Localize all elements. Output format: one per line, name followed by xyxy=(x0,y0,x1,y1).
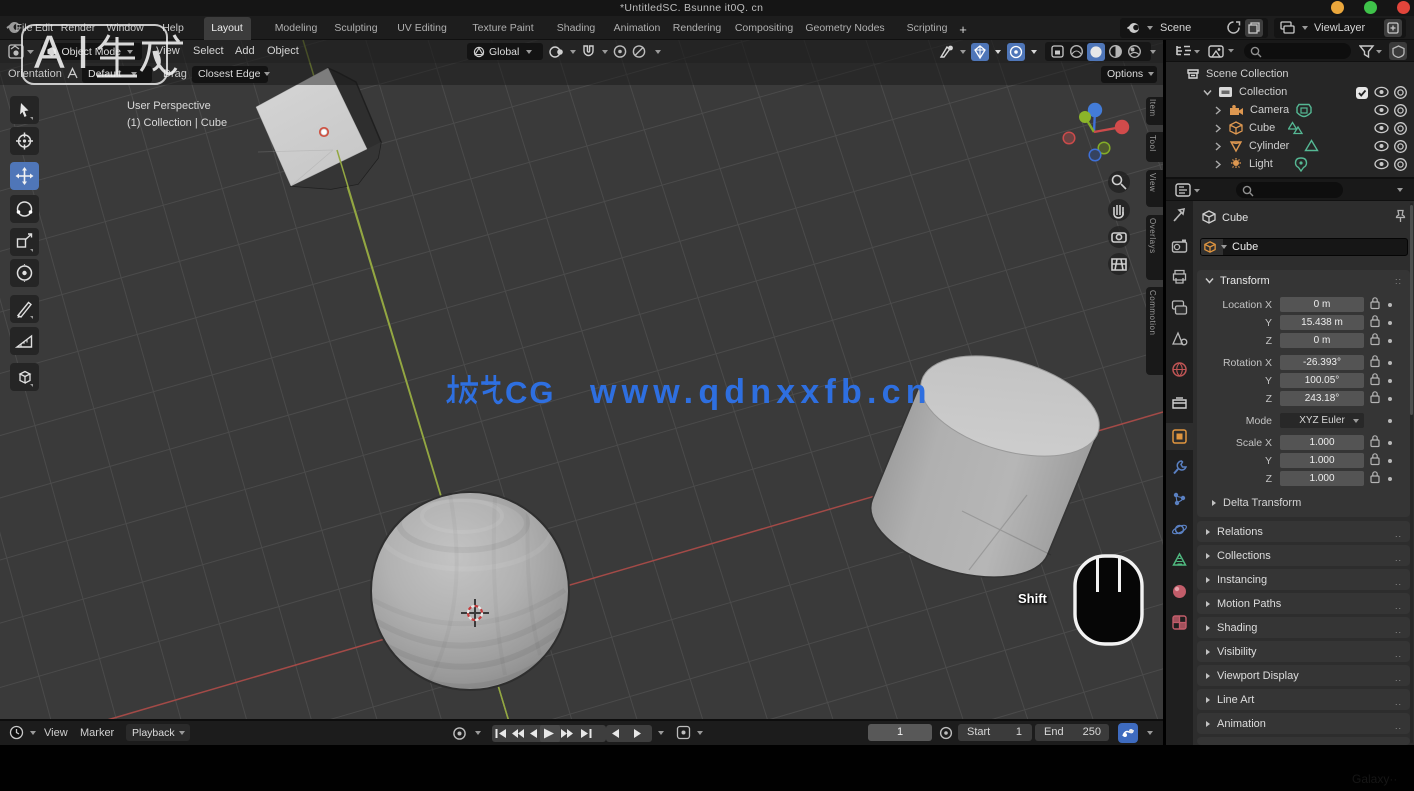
svg-text:CG: CG xyxy=(505,375,556,410)
svg-text:www.qdnxxfb.cn: www.qdnxxfb.cn xyxy=(589,373,932,411)
